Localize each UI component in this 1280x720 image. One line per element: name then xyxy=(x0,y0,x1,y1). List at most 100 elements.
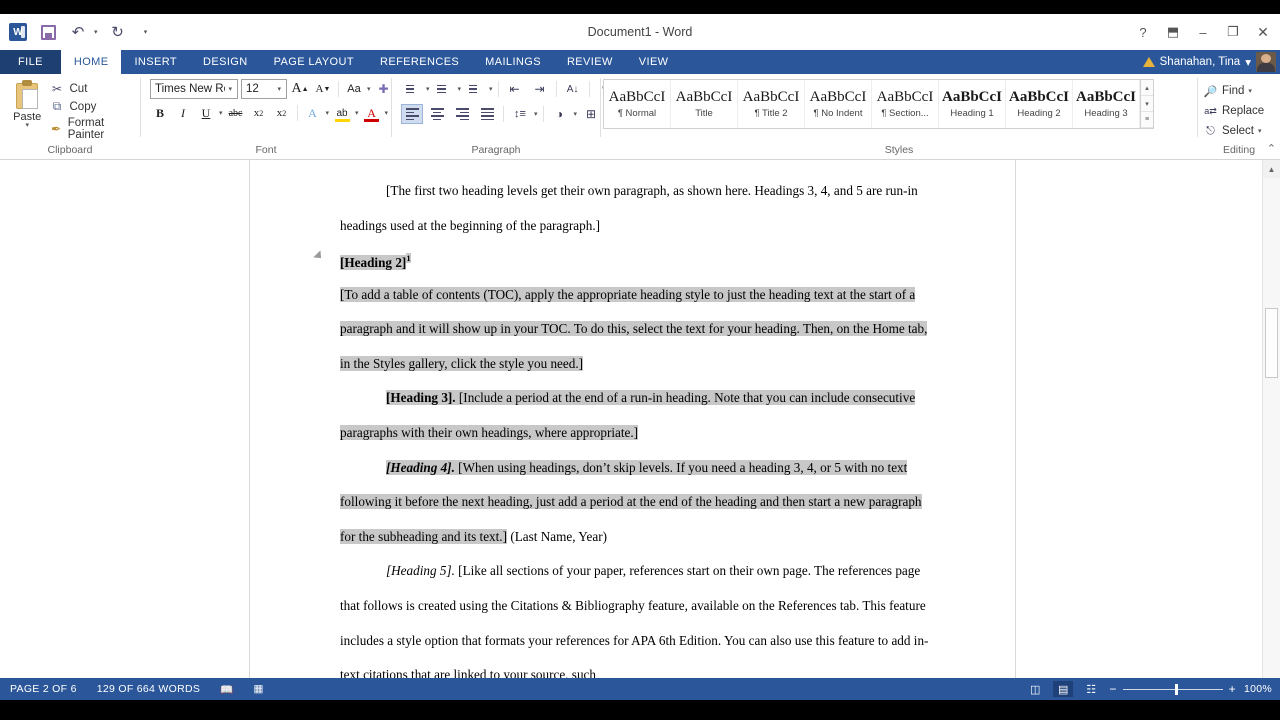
undo-dropdown-icon[interactable]: ▾ xyxy=(94,28,98,36)
align-right-button[interactable] xyxy=(451,104,473,124)
ribbon-display-options-button[interactable]: ⬒ xyxy=(1158,17,1188,47)
minimize-button[interactable]: – xyxy=(1188,17,1218,47)
chevron-down-icon[interactable]: ▾ xyxy=(326,109,330,117)
vertical-scrollbar[interactable]: ▲ ▼ xyxy=(1262,160,1280,700)
paragraph-toc[interactable]: [To add a table of contents (TOC), apply… xyxy=(340,278,940,382)
zoom-out-button[interactable]: − xyxy=(1109,683,1116,695)
find-button[interactable]: 🔎 Find ▾ xyxy=(1203,81,1252,101)
zoom-track[interactable] xyxy=(1122,683,1223,695)
sort-button[interactable]: A↓ xyxy=(562,79,584,99)
borders-button[interactable]: ⊞ xyxy=(580,104,602,124)
scroll-up-icon[interactable]: ▲ xyxy=(1263,160,1280,178)
style-item-heading-2[interactable]: AaBbCcI Heading 2 xyxy=(1006,80,1073,128)
customize-qat-icon[interactable]: ▾ xyxy=(138,22,158,42)
decrease-indent-button[interactable]: ⇤ xyxy=(504,79,526,99)
bold-button[interactable]: B xyxy=(150,103,170,123)
styles-more-icon[interactable]: ≡ xyxy=(1141,112,1153,128)
footnote-reference[interactable]: 1 xyxy=(406,253,411,264)
collapse-heading-icon[interactable] xyxy=(313,250,325,262)
read-mode-button[interactable]: ◫ xyxy=(1025,681,1045,697)
style-item-heading-3[interactable]: AaBbCcI Heading 3 xyxy=(1073,80,1140,128)
account-user-name[interactable]: Shanahan, Tina xyxy=(1160,56,1241,68)
restore-button[interactable]: ❐ xyxy=(1218,17,1248,47)
text-effects-button[interactable]: A xyxy=(303,103,323,123)
paste-dropdown-icon[interactable]: ▾ xyxy=(25,122,29,129)
strikethrough-button[interactable]: abc xyxy=(226,103,246,123)
chevron-down-icon[interactable]: ▾ xyxy=(219,109,223,117)
chevron-down-icon[interactable]: ▾ xyxy=(355,109,359,117)
paragraph-heading-5[interactable]: [Heading 5]. [Like all sections of your … xyxy=(340,554,940,692)
style-item-title[interactable]: AaBbCcI Title xyxy=(671,80,738,128)
chevron-down-icon[interactable]: ▾ xyxy=(274,85,284,93)
help-button[interactable]: ? xyxy=(1128,17,1158,47)
underline-button[interactable]: U xyxy=(196,103,216,123)
styles-scroll-up-icon[interactable]: ▴ xyxy=(1141,80,1153,96)
justify-button[interactable] xyxy=(476,104,498,124)
account-warning-icon[interactable] xyxy=(1142,57,1155,67)
chevron-down-icon[interactable]: ▾ xyxy=(225,85,235,93)
redo-icon[interactable]: ↻ xyxy=(108,22,128,42)
change-case-button[interactable]: Aa xyxy=(344,79,364,99)
zoom-thumb[interactable] xyxy=(1174,683,1178,695)
style-item-title-2[interactable]: AaBbCcI ¶ Title 2 xyxy=(738,80,805,128)
shading-button[interactable]: ◑ xyxy=(549,104,571,124)
tab-file[interactable]: FILE xyxy=(0,50,61,74)
tab-page-layout[interactable]: PAGE LAYOUT xyxy=(260,50,367,74)
italic-button[interactable]: I xyxy=(173,103,193,123)
align-left-button[interactable] xyxy=(401,104,423,124)
citation-placeholder[interactable]: (Last Name, Year) xyxy=(507,529,607,544)
language-icon[interactable]: ▦ xyxy=(244,683,274,695)
shrink-font-button[interactable]: A ▼ xyxy=(313,79,333,99)
tab-mailings[interactable]: MAILINGS xyxy=(472,50,554,74)
clear-formatting-button[interactable]: ✚ xyxy=(374,79,394,99)
tab-design[interactable]: DESIGN xyxy=(190,50,261,74)
chevron-down-icon[interactable]: ▾ xyxy=(426,85,430,93)
paragraph-heading-4[interactable]: [Heading 4]. [When using headings, don’t… xyxy=(340,451,940,555)
styles-gallery-scrollbar[interactable]: ▴ ▾ ≡ xyxy=(1140,80,1153,128)
save-icon[interactable] xyxy=(38,22,58,42)
document-area[interactable]: [The first two heading levels get their … xyxy=(0,160,1280,700)
multilevel-list-button[interactable] xyxy=(464,79,486,99)
avatar[interactable] xyxy=(1256,52,1276,72)
web-layout-button[interactable]: ☷ xyxy=(1081,681,1101,697)
print-layout-button[interactable]: ▤ xyxy=(1053,681,1074,697)
chevron-down-icon[interactable]: ▾ xyxy=(489,85,493,93)
numbering-button[interactable] xyxy=(433,79,455,99)
scrollbar-thumb[interactable] xyxy=(1265,308,1278,378)
word-count-indicator[interactable]: 129 OF 664 WORDS xyxy=(87,683,210,695)
increase-indent-button[interactable]: ⇥ xyxy=(529,79,551,99)
zoom-level-label[interactable]: 100% xyxy=(1244,683,1272,695)
style-item-normal[interactable]: AaBbCcI ¶ Normal xyxy=(604,80,671,128)
align-center-button[interactable] xyxy=(426,104,448,124)
style-item-heading-1[interactable]: AaBbCcI Heading 1 xyxy=(939,80,1006,128)
select-button[interactable]: ⎋ Select ▾ xyxy=(1203,121,1261,141)
tab-insert[interactable]: INSERT xyxy=(121,50,190,74)
style-item-no-indent[interactable]: AaBbCcI ¶ No Indent xyxy=(805,80,872,128)
document-body-text[interactable]: [The first two heading levels get their … xyxy=(313,174,940,693)
grow-font-button[interactable]: A ▲ xyxy=(290,79,310,99)
paragraph-intro[interactable]: [The first two heading levels get their … xyxy=(340,174,940,243)
font-size-combobox[interactable]: 12 ▾ xyxy=(241,79,287,99)
styles-scroll-down-icon[interactable]: ▾ xyxy=(1141,96,1153,112)
undo-icon[interactable]: ↶ xyxy=(68,22,88,42)
close-button[interactable]: ✕ xyxy=(1248,17,1278,47)
tab-view[interactable]: VIEW xyxy=(625,50,682,74)
bullets-button[interactable] xyxy=(401,79,423,99)
tab-home[interactable]: HOME xyxy=(60,50,122,74)
chevron-down-icon[interactable]: ▾ xyxy=(1248,87,1252,95)
paragraph-heading-2[interactable]: [Heading 2]1 xyxy=(313,243,940,277)
paragraph-heading-3[interactable]: [Heading 3]. [Include a period at the en… xyxy=(340,381,940,450)
collapse-ribbon-button[interactable]: ⌃ xyxy=(1267,142,1276,155)
page-indicator[interactable]: PAGE 2 OF 6 xyxy=(0,683,87,695)
replace-button[interactable]: a⇄ Replace xyxy=(1203,101,1264,121)
account-dropdown-icon[interactable]: ▾ xyxy=(1245,55,1251,69)
font-name-combobox[interactable]: Times New Ro ▾ xyxy=(150,79,238,99)
font-color-button[interactable]: A xyxy=(362,103,382,123)
paste-button[interactable]: Paste ▾ xyxy=(5,78,50,129)
line-spacing-button[interactable]: ↕≡ xyxy=(509,104,531,124)
format-painter-button[interactable]: ✒ Format Painter xyxy=(50,117,136,141)
chevron-down-icon[interactable]: ▾ xyxy=(574,110,578,118)
tab-review[interactable]: REVIEW xyxy=(553,50,626,74)
zoom-in-button[interactable]: + xyxy=(1229,683,1236,695)
text-highlight-color-button[interactable]: ab xyxy=(332,103,352,123)
